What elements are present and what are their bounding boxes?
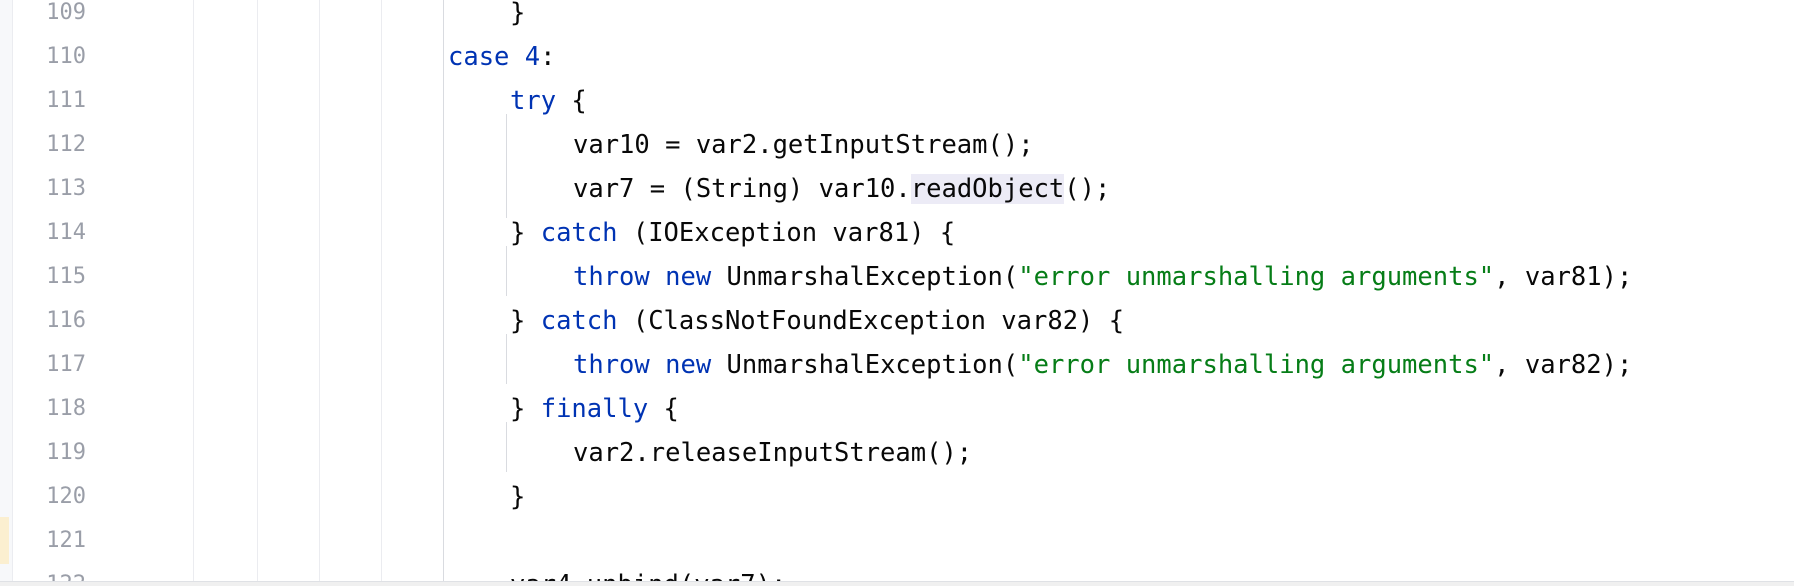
code-line[interactable]: } catch (IOException var81) { <box>510 211 955 255</box>
code-line[interactable]: var10 = var2.getInputStream(); <box>573 123 1034 167</box>
keyword-token: try <box>510 86 557 116</box>
keyword-token: throw <box>573 262 650 292</box>
line-number: 110 <box>46 44 86 69</box>
code-line[interactable]: } finally { <box>510 387 679 431</box>
code-line[interactable]: var2.releaseInputStream(); <box>573 431 972 475</box>
indent-guide <box>319 0 320 581</box>
keyword-token: case <box>448 42 510 72</box>
code-line[interactable]: } <box>510 475 525 519</box>
keyword-token: catch <box>540 306 618 336</box>
line-number: 111 <box>46 88 86 113</box>
code-token: (ClassNotFoundException var82) { <box>617 306 1125 336</box>
keyword-token: throw <box>573 350 650 380</box>
line-number: 109 <box>46 0 86 25</box>
keyword-token: 4 <box>524 42 541 72</box>
indent-guide <box>257 0 258 581</box>
block-guide <box>506 114 507 218</box>
code-line[interactable]: try { <box>510 79 587 123</box>
code-token: } <box>510 0 526 28</box>
code-token: var7 = (String) var10. <box>573 174 911 204</box>
code-token: (IOException var81) { <box>617 218 956 248</box>
keyword-token: new <box>665 350 712 380</box>
line-number: 119 <box>46 440 86 465</box>
code-token: { <box>648 394 679 424</box>
code-token: } <box>510 218 541 248</box>
string-token: "error unmarshalling arguments" <box>1018 350 1495 380</box>
modified-line-marker <box>0 517 9 564</box>
indent-guide <box>381 0 382 581</box>
keyword-token: catch <box>540 218 618 248</box>
string-token: "error unmarshalling arguments" <box>1018 262 1495 292</box>
line-number: 121 <box>46 528 86 553</box>
code-token: } <box>510 306 541 336</box>
keyword-token: new <box>665 262 712 292</box>
line-number: 115 <box>46 264 86 289</box>
code-token: , var81); <box>1494 262 1633 292</box>
block-guide <box>506 246 507 296</box>
code-token: } <box>510 394 541 424</box>
code-line[interactable]: throw new UnmarshalException("error unma… <box>573 343 1632 387</box>
line-number-gutter: 109 110 111 112 113 114 115 116 117 118 … <box>12 0 122 581</box>
code-token: var10 = var2.getInputStream(); <box>573 130 1034 160</box>
code-editor[interactable]: 109 110 111 112 113 114 115 116 117 118 … <box>0 0 1794 581</box>
code-line[interactable]: throw new UnmarshalException("error unma… <box>573 255 1632 299</box>
code-token: var4.unbind(var7); <box>510 570 786 581</box>
line-number: 120 <box>46 484 86 509</box>
block-guide <box>506 334 507 384</box>
line-number: 118 <box>46 396 86 421</box>
line-number: 114 <box>46 220 86 245</box>
code-line[interactable]: } catch (ClassNotFoundException var82) { <box>510 299 1124 343</box>
code-token: var2.releaseInputStream(); <box>573 438 973 468</box>
highlighted-usage-token: readObject <box>910 174 1065 204</box>
code-token: } <box>510 482 526 512</box>
indent-guide <box>443 0 444 581</box>
code-token: UnmarshalException( <box>711 350 1019 380</box>
block-guide <box>506 422 507 472</box>
code-token: (); <box>1064 174 1111 204</box>
line-number: 122 <box>12 563 86 581</box>
code-token: UnmarshalException( <box>711 262 1019 292</box>
indent-guide <box>193 0 194 581</box>
code-line[interactable]: } <box>510 0 525 35</box>
code-token: , var82); <box>1494 350 1633 380</box>
line-number: 117 <box>46 352 86 377</box>
code-token: : <box>540 42 556 72</box>
horizontal-scrollbar[interactable] <box>0 581 1794 586</box>
line-number: 112 <box>46 132 86 157</box>
keyword-token: finally <box>540 394 649 424</box>
code-line[interactable]: var7 = (String) var10.readObject(); <box>573 167 1110 211</box>
line-number: 113 <box>46 176 86 201</box>
code-token: { <box>556 86 587 116</box>
code-line[interactable]: var4.unbind(var7); <box>510 563 786 581</box>
line-number: 116 <box>46 308 86 333</box>
code-line[interactable]: case 4: <box>448 35 556 79</box>
